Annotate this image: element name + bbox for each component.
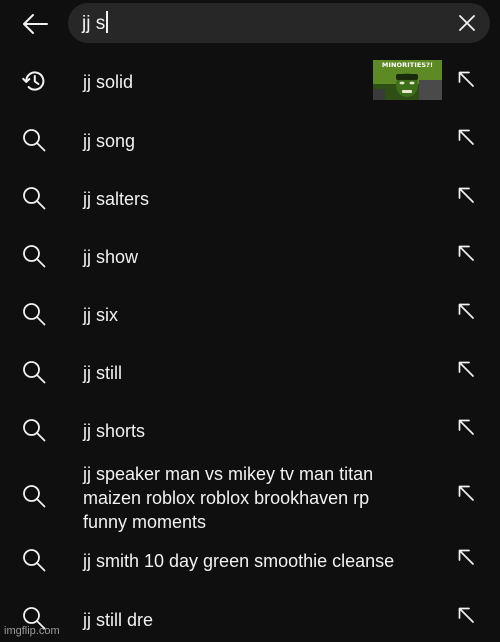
search-icon [21, 417, 47, 443]
suggestion-text-line-3: funny moments [83, 512, 207, 532]
search-icon [21, 359, 47, 385]
search-suggestions-screen: jj s jj solid MINORITIES?! jj song jj sa… [0, 0, 500, 642]
fill-query-button[interactable] [455, 126, 477, 148]
suggestion-item[interactable]: jj song [0, 118, 500, 164]
suggestion-text: jj show [83, 247, 139, 267]
search-query-text: jj s [82, 13, 106, 34]
suggestion-item[interactable]: jj salters [0, 176, 500, 222]
arrow-left-icon [23, 14, 48, 34]
back-button[interactable] [18, 7, 52, 41]
suggestion-item[interactable]: jj show [0, 234, 500, 280]
search-icon [21, 185, 47, 211]
arrow-up-left-icon [458, 71, 474, 87]
suggestion-text: jj shorts [83, 421, 146, 441]
suggestion-text: jj six [83, 305, 118, 325]
arrow-up-left-icon [458, 303, 474, 319]
suggestion-text: jj speaker man vs mikey tv man titan [83, 464, 374, 484]
suggestion-item[interactable]: jj speaker man vs mikey tv man titan mai… [0, 462, 500, 532]
fill-query-button[interactable] [455, 184, 477, 206]
search-input[interactable]: jj s [82, 11, 108, 35]
fill-query-button[interactable] [455, 358, 477, 380]
suggestion-item[interactable]: jj shorts [0, 408, 500, 454]
fill-query-button[interactable] [455, 300, 477, 322]
history-icon [21, 68, 47, 94]
suggestion-item[interactable]: jj still dre [0, 596, 500, 642]
arrow-up-left-icon [458, 361, 474, 377]
search-box[interactable]: jj s [68, 3, 490, 43]
search-icon [21, 301, 47, 327]
search-icon [21, 127, 47, 153]
search-icon [21, 483, 47, 509]
arrow-up-left-icon [458, 419, 474, 435]
imgflip-watermark: imgflip.com [4, 625, 60, 637]
fill-query-button[interactable] [455, 68, 477, 90]
suggestion-thumbnail: MINORITIES?! [373, 60, 442, 100]
search-icon [21, 547, 47, 573]
suggestion-text-line-2: maizen roblox roblox brookhaven rp [83, 488, 370, 508]
fill-query-button[interactable] [455, 242, 477, 264]
suggestion-text: jj solid [83, 72, 134, 92]
close-icon [459, 15, 475, 31]
clear-search-button[interactable] [456, 12, 478, 34]
thumbnail-caption: MINORITIES?! [381, 61, 434, 69]
suggestion-item[interactable]: jj still [0, 350, 500, 396]
fill-query-button[interactable] [455, 416, 477, 438]
search-header: jj s [0, 0, 500, 50]
suggestion-text: jj smith 10 day green smoothie cleanse [83, 551, 395, 571]
text-caret [106, 11, 108, 33]
suggestion-text: jj salters [83, 189, 150, 209]
fill-query-button[interactable] [455, 546, 477, 568]
arrow-up-left-icon [458, 607, 474, 623]
fill-query-button[interactable] [455, 482, 477, 504]
suggestion-text: jj song [83, 131, 136, 151]
arrow-up-left-icon [458, 485, 474, 501]
arrow-up-left-icon [458, 129, 474, 145]
fill-query-button[interactable] [455, 604, 477, 626]
suggestion-text: jj still [83, 363, 122, 383]
suggestion-text: jj still dre [83, 610, 154, 630]
arrow-up-left-icon [458, 187, 474, 203]
suggestion-item[interactable]: jj smith 10 day green smoothie cleanse [0, 538, 500, 584]
arrow-up-left-icon [458, 549, 474, 565]
search-icon [21, 243, 47, 269]
arrow-up-left-icon [458, 245, 474, 261]
suggestion-item[interactable]: jj six [0, 292, 500, 338]
